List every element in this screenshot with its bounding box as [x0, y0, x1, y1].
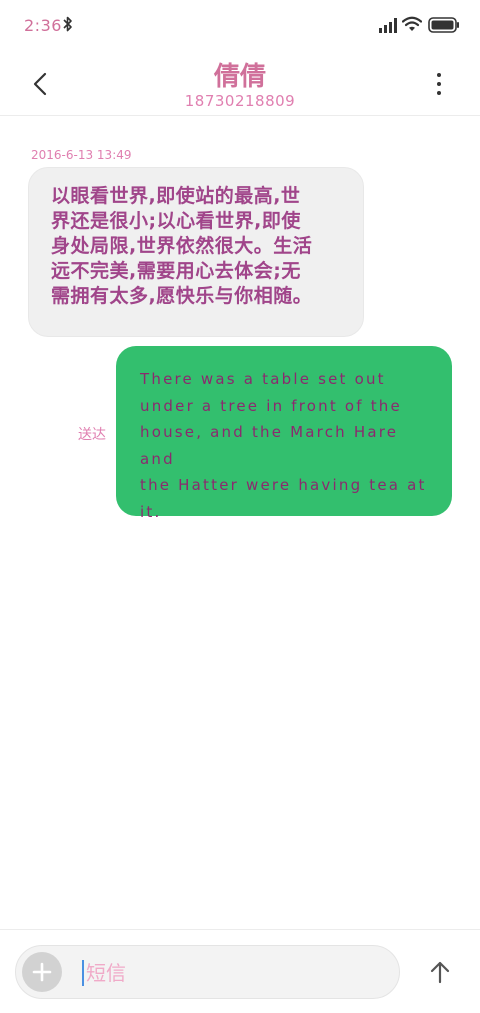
- message-line: 远不完美,需要用心去体会;无: [51, 260, 301, 282]
- message-line: 需拥有太多,愿快乐与你相随。: [51, 285, 313, 307]
- message-line: the Hatter were having tea at: [140, 476, 427, 494]
- contact-name: 倩倩: [213, 62, 266, 92]
- conversation-header: 倩倩 18730218809: [0, 52, 480, 116]
- message-input[interactable]: [86, 954, 386, 992]
- message-line: house, and the March Hare and: [140, 423, 399, 468]
- battery-icon: [428, 17, 459, 33]
- delivery-status: 送达: [78, 427, 106, 443]
- send-arrow-icon: [430, 961, 450, 984]
- send-button[interactable]: [418, 952, 462, 992]
- contact-phone-number: 18730218809: [184, 92, 296, 110]
- more-options-button[interactable]: [426, 66, 452, 102]
- wifi-icon: [402, 16, 422, 31]
- add-attachment-button[interactable]: [22, 952, 62, 992]
- composer-field-container: [15, 945, 400, 999]
- outgoing-message-bubble[interactable]: There was a table set out under a tree i…: [116, 346, 452, 521]
- more-vert-icon: [437, 73, 441, 77]
- incoming-message-bubble[interactable]: 以眼看世界,即使站的最高,世 界还是很小;以心看世界,即使 身处局限,世界依然很…: [28, 167, 364, 337]
- message-line: it.: [140, 502, 162, 521]
- text-caret: [82, 960, 84, 986]
- message-line: There was a table set out: [140, 370, 386, 388]
- status-bar: 2:36: [0, 0, 480, 52]
- add-icon: [32, 962, 52, 982]
- signal-icon: [379, 18, 397, 33]
- incoming-message-text: 以眼看世界,即使站的最高,世 界还是很小;以心看世界,即使 身处局限,世界依然很…: [51, 184, 341, 309]
- message-line: 以眼看世界,即使站的最高,世: [51, 185, 301, 207]
- status-time: 2:36: [24, 16, 62, 35]
- message-line: under a tree in front of the: [140, 396, 402, 415]
- message-timestamp: 2016-6-13 13:49: [31, 148, 132, 162]
- message-line: 界还是很小;以心看世界,即使: [51, 210, 301, 232]
- message-composer: [0, 929, 480, 1013]
- outgoing-message-text: There was a table set out under a tree i…: [140, 366, 430, 525]
- bluetooth-icon: [63, 16, 72, 32]
- message-line: 身处局限,世界依然很大。生活: [51, 235, 313, 257]
